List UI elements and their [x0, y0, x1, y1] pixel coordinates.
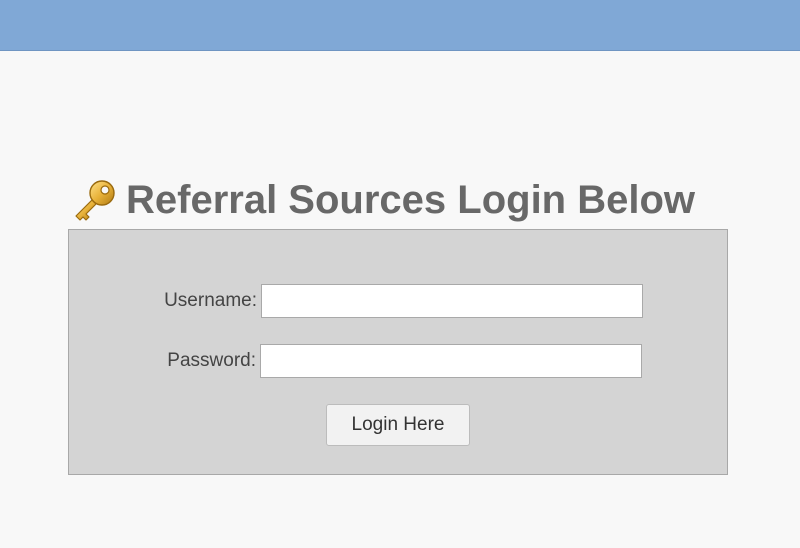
key-icon [70, 178, 118, 222]
username-row: Username: [155, 284, 643, 318]
login-heading: Referral Sources Login Below [70, 176, 695, 224]
username-label: Username: [164, 290, 257, 311]
page-title: Referral Sources Login Below [126, 177, 696, 222]
login-button[interactable]: Login Here [326, 404, 470, 446]
login-form: Username: Password: Login Here [68, 229, 728, 475]
username-input[interactable] [261, 284, 643, 318]
password-row: Password: [155, 344, 642, 378]
password-label: Password: [167, 350, 256, 371]
top-bar [0, 0, 800, 51]
password-input[interactable] [260, 344, 642, 378]
